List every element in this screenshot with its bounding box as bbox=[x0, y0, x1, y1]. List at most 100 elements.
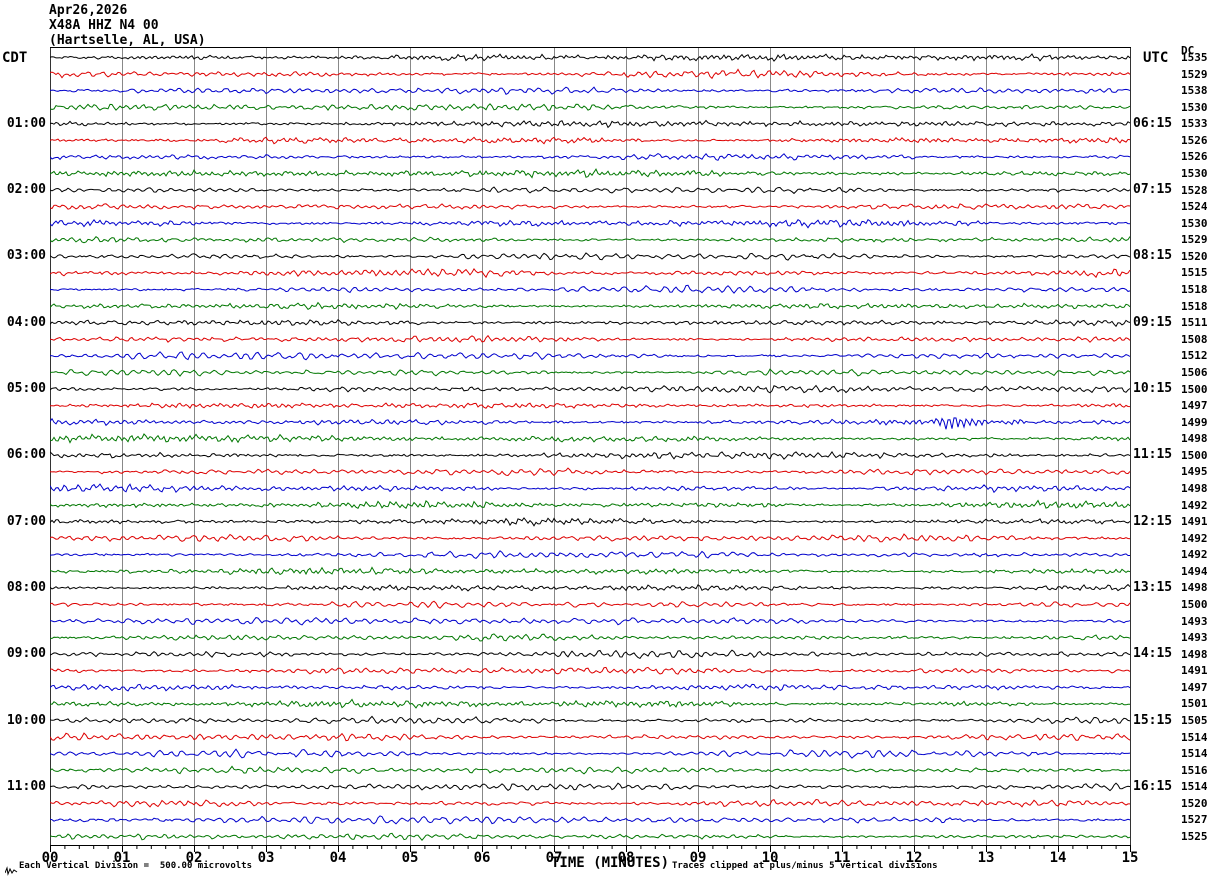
dc-value: 1526 bbox=[1181, 134, 1208, 147]
dc-value: 1526 bbox=[1181, 150, 1208, 163]
seismo-trace-0845-green bbox=[50, 633, 1131, 642]
dc-value: 1529 bbox=[1181, 68, 1208, 81]
dc-value: 1498 bbox=[1181, 482, 1208, 495]
cdt-hour-label: 07:00 bbox=[6, 514, 46, 529]
seismo-trace-0945-green bbox=[50, 698, 1131, 709]
scale-note: Each Vertical Division = 500.00 microvol… bbox=[19, 861, 252, 871]
cdt-hour-label: 01:00 bbox=[6, 116, 46, 131]
seismo-trace-0900-black bbox=[50, 649, 1131, 660]
x-tick-label: 04 bbox=[329, 850, 347, 866]
seismo-trace-0045-green bbox=[50, 103, 1131, 112]
dc-value: 1538 bbox=[1181, 84, 1208, 97]
utc-hour-label: 08:15 bbox=[1133, 248, 1173, 263]
x-axis-title: TIME (MINUTES) bbox=[551, 855, 670, 871]
dc-value: 1514 bbox=[1181, 780, 1208, 793]
seismo-trace-0230-blue bbox=[50, 218, 1131, 229]
seismo-trace-0745-green bbox=[50, 566, 1131, 576]
dc-value: 1494 bbox=[1181, 565, 1208, 578]
seismo-trace-0615-red bbox=[50, 467, 1131, 477]
seismo-trace-0200-black bbox=[50, 186, 1131, 195]
dc-value: 1518 bbox=[1181, 283, 1208, 296]
dc-value: 1499 bbox=[1181, 416, 1208, 429]
plot-date: Apr26,2026 bbox=[49, 3, 128, 18]
dc-value: 1530 bbox=[1181, 167, 1208, 180]
utc-hour-label: 06:15 bbox=[1133, 116, 1173, 131]
dc-value: 1514 bbox=[1181, 747, 1208, 760]
station-code: X48A HHZ N4 00 bbox=[49, 18, 159, 33]
cdt-hour-label: 04:00 bbox=[6, 315, 46, 330]
dc-value: 1520 bbox=[1181, 797, 1208, 810]
seismo-trace-0130-blue bbox=[50, 153, 1131, 161]
x-tick-label: 14 bbox=[1049, 850, 1067, 866]
seismo-trace-0315-red bbox=[50, 268, 1131, 279]
dc-value: 1500 bbox=[1181, 598, 1208, 611]
seismo-trace-0645-green bbox=[50, 499, 1131, 509]
cdt-hour-label: 06:00 bbox=[6, 447, 46, 462]
dc-value: 1493 bbox=[1181, 631, 1208, 644]
dc-value: 1533 bbox=[1181, 117, 1208, 130]
seismo-trace-0430-blue bbox=[50, 351, 1131, 361]
seismo-trace-0830-blue bbox=[50, 616, 1131, 626]
dc-value: 1492 bbox=[1181, 532, 1208, 545]
dc-value: 1493 bbox=[1181, 615, 1208, 628]
seismo-trace-1100-black bbox=[50, 782, 1131, 792]
utc-hour-label: 11:15 bbox=[1133, 447, 1173, 462]
dc-value: 1530 bbox=[1181, 217, 1208, 230]
seismo-trace-0445-green bbox=[50, 368, 1131, 377]
dc-value: 1514 bbox=[1181, 731, 1208, 744]
seismo-trace-0930-blue bbox=[50, 683, 1131, 692]
seismo-trace-0330-blue bbox=[50, 284, 1131, 294]
dc-value: 1491 bbox=[1181, 515, 1208, 528]
cdt-hour-label: 09:00 bbox=[6, 646, 46, 661]
seismo-trace-0600-black bbox=[50, 451, 1131, 460]
dc-value: 1528 bbox=[1181, 184, 1208, 197]
dc-value: 1498 bbox=[1181, 432, 1208, 445]
clip-note: Traces clipped at plus/minus 5 vertical … bbox=[672, 861, 938, 871]
dc-value: 1527 bbox=[1181, 813, 1208, 826]
dc-value: 1505 bbox=[1181, 714, 1208, 727]
seismo-trace-1015-red bbox=[50, 732, 1131, 742]
dc-value: 1492 bbox=[1181, 499, 1208, 512]
dc-value: 1501 bbox=[1181, 697, 1208, 710]
seismo-trace-0500-black bbox=[50, 384, 1131, 394]
seismo-trace-0400-black bbox=[50, 318, 1131, 328]
dc-value: 1520 bbox=[1181, 250, 1208, 263]
dc-value: 1518 bbox=[1181, 300, 1208, 313]
seismo-trace-0215-red bbox=[50, 203, 1131, 210]
seismo-trace-1145-green bbox=[50, 832, 1131, 841]
utc-hour-label: 07:15 bbox=[1133, 182, 1173, 197]
dc-value: 1530 bbox=[1181, 101, 1208, 114]
x-tick-label: 06 bbox=[473, 850, 491, 866]
dc-value: 1506 bbox=[1181, 366, 1208, 379]
dc-value: 1500 bbox=[1181, 383, 1208, 396]
cdt-hour-label: 05:00 bbox=[6, 381, 46, 396]
seismo-trace-0145-green bbox=[50, 168, 1131, 179]
utc-hour-label: 10:15 bbox=[1133, 381, 1173, 396]
seismo-trace-0800-black bbox=[50, 583, 1131, 592]
seismo-trace-1115-red bbox=[50, 798, 1130, 808]
seismo-trace-0030-blue bbox=[50, 86, 1131, 95]
cdt-hour-label: 02:00 bbox=[6, 182, 46, 197]
seismo-trace-1030-blue bbox=[50, 748, 1131, 759]
dc-value: 1535 bbox=[1181, 51, 1208, 64]
seismo-trace-0530-blue bbox=[50, 417, 1131, 430]
dc-value: 1498 bbox=[1181, 648, 1208, 661]
seismogram-plot bbox=[50, 47, 1131, 852]
seismo-trace-1045-green bbox=[50, 765, 1131, 775]
seismo-trace-0630-blue bbox=[50, 483, 1131, 494]
dc-value: 1524 bbox=[1181, 200, 1208, 213]
seismo-trace-1000-black bbox=[50, 715, 1131, 725]
dc-value: 1491 bbox=[1181, 664, 1208, 677]
x-tick-label: 05 bbox=[401, 850, 419, 866]
utc-hour-label: 13:15 bbox=[1133, 580, 1173, 595]
scale-mark-icon bbox=[5, 866, 18, 876]
helicorder-page: Apr26,2026 X48A HHZ N4 00 (Hartselle, AL… bbox=[0, 0, 1210, 886]
seismo-trace-0415-red bbox=[50, 334, 1131, 343]
dc-value: 1495 bbox=[1181, 465, 1208, 478]
x-tick-label: 13 bbox=[977, 850, 995, 866]
utc-hour-label: 14:15 bbox=[1133, 646, 1173, 661]
utc-hour-label: 09:15 bbox=[1133, 315, 1173, 330]
dc-value: 1516 bbox=[1181, 764, 1208, 777]
seismo-trace-0300-black bbox=[50, 252, 1131, 261]
seismo-trace-0245-green bbox=[50, 236, 1131, 244]
